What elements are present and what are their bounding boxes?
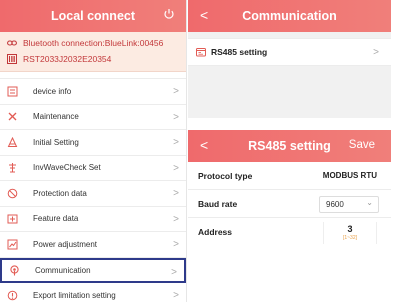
baud-rate-value: 9600 xyxy=(326,200,344,209)
menu-item-label: Feature data xyxy=(33,214,79,224)
chevron-right-icon: > xyxy=(173,111,179,123)
barcode-icon xyxy=(7,54,17,64)
serial-number-text: RST2033J2032E20354 xyxy=(23,54,112,64)
menu-item-invwavecheck-set[interactable]: InvWaveCheck Set > xyxy=(0,156,186,181)
menu-item-initial-setting[interactable]: Initial Setting > xyxy=(0,130,186,156)
bluetooth-row: Bluetooth connection:BlueLink:00456 xyxy=(7,35,179,51)
menu-item-export-limitation-setting[interactable]: Export limitation setting > xyxy=(0,283,186,302)
communication-icon xyxy=(10,265,19,276)
address-range-hint: [1~32] xyxy=(342,235,358,241)
menu-item-label: Maintenance xyxy=(33,112,79,122)
address-value: 3 xyxy=(347,224,353,234)
feature-data-icon xyxy=(7,214,18,224)
chevron-right-icon: > xyxy=(173,239,179,250)
power-adjustment-icon xyxy=(7,239,18,250)
local-connect-header: Local connect xyxy=(0,0,186,32)
menu-item-communication[interactable]: Communication > xyxy=(0,257,186,283)
menu-item-maintenance[interactable]: Maintenance > xyxy=(0,105,186,130)
rs485-settings-icon xyxy=(196,48,206,57)
menu-item-label: Power adjustment xyxy=(33,239,98,249)
menu-item-label: Initial Setting xyxy=(33,137,79,147)
menu-item-label: Export limitation setting xyxy=(33,290,116,300)
menu-item-label: device info xyxy=(33,86,72,96)
chevron-right-icon: > xyxy=(173,188,179,199)
protection-icon xyxy=(7,188,18,199)
protocol-type-value: MODBUS RTU xyxy=(322,171,377,180)
save-button[interactable]: Save xyxy=(349,139,375,151)
wave-check-icon xyxy=(9,163,16,173)
menu-item-label: InvWaveCheck Set xyxy=(33,163,101,173)
address-label: Address xyxy=(198,227,233,237)
menu-item-feature-data[interactable]: Feature data > xyxy=(0,207,186,232)
page-title: Local connect xyxy=(50,9,136,23)
communication-header: < Communication xyxy=(188,0,391,32)
serial-row: RST2033J2032E20354 xyxy=(7,51,179,67)
baud-rate-label: Baud rate xyxy=(198,198,238,209)
wrench-icon xyxy=(8,112,17,121)
chevron-down-icon: ⌄ xyxy=(366,198,373,207)
page-title: Communication xyxy=(242,9,337,23)
rs485-setting-label: RS485 setting xyxy=(211,47,268,57)
menu-item-label: Communication xyxy=(35,265,91,275)
bluetooth-connection-text: Bluetooth connection:BlueLink:00456 xyxy=(23,38,164,48)
chevron-right-icon: > xyxy=(173,290,179,301)
back-icon[interactable]: < xyxy=(200,7,208,23)
baud-rate-select[interactable]: 9600 ⌄ xyxy=(319,196,379,213)
link-icon xyxy=(7,40,17,46)
protocol-type-label: Protocol type xyxy=(198,170,253,181)
settings-menu: device info > Maintenance > Initial Sett… xyxy=(0,78,186,302)
chevron-right-icon: > xyxy=(373,47,379,58)
baud-rate-row: Baud rate 9600 ⌄ xyxy=(188,190,391,218)
menu-item-device-info[interactable]: device info > xyxy=(0,79,186,105)
page-title: RS485 setting xyxy=(248,139,331,153)
menu-item-power-adjustment[interactable]: Power adjustment > xyxy=(0,232,186,258)
export-limitation-icon xyxy=(7,290,18,301)
initial-setting-icon xyxy=(7,136,18,147)
chevron-right-icon: > xyxy=(173,86,179,97)
back-icon[interactable]: < xyxy=(200,137,208,153)
menu-item-protection-data[interactable]: Protection data > xyxy=(0,181,186,207)
address-row: Address 3 [1~32] xyxy=(188,218,391,246)
address-input[interactable]: 3 [1~32] xyxy=(323,222,377,244)
menu-item-label: Protection data xyxy=(33,188,87,198)
communication-panel: < Communication RS485 setting > xyxy=(188,0,391,118)
chevron-right-icon: > xyxy=(173,137,179,148)
rs485-header: < RS485 setting Save xyxy=(188,130,391,162)
device-info-icon xyxy=(7,86,18,97)
power-icon[interactable] xyxy=(163,8,175,20)
rs485-setting-panel: < RS485 setting Save Protocol type MODBU… xyxy=(188,130,391,302)
protocol-type-row: Protocol type MODBUS RTU xyxy=(188,162,391,190)
chevron-right-icon: > xyxy=(173,213,179,225)
chevron-right-icon: > xyxy=(173,162,179,174)
local-connect-panel: Local connect Bluetooth connection:BlueL… xyxy=(0,0,187,302)
chevron-right-icon: > xyxy=(171,266,177,278)
device-info-box: Bluetooth connection:BlueLink:00456 RST2… xyxy=(0,32,186,72)
rs485-setting-item[interactable]: RS485 setting > xyxy=(188,38,391,66)
